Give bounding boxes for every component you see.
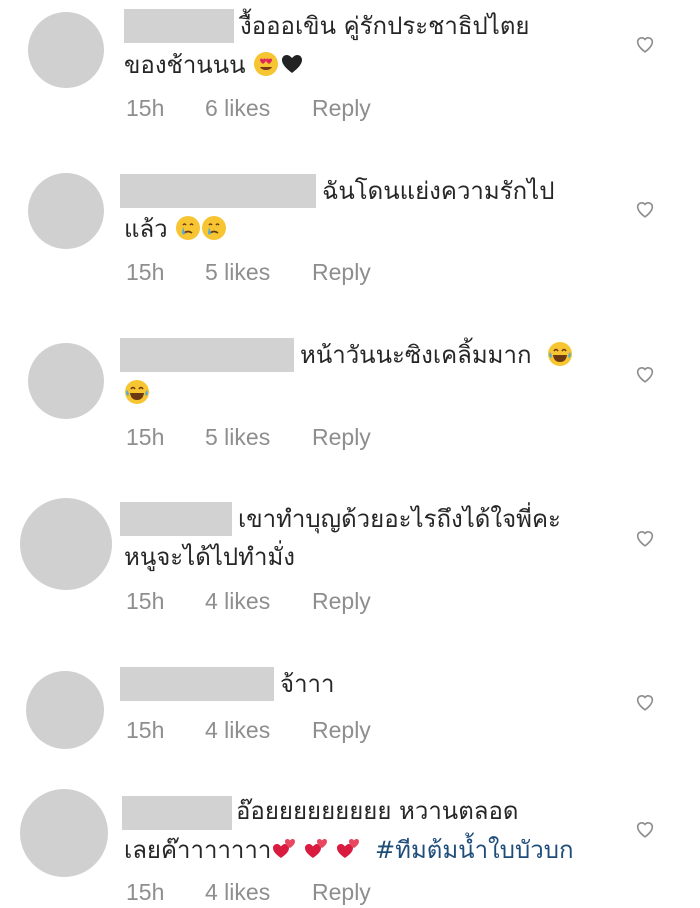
comment-time: 15h [126, 424, 165, 450]
comment-item: เขาทำบุญด้วยอะไรถึงได้ใจพี่คะ หนูจะได้ไป… [0, 490, 700, 640]
tears-of-joy-emoji [124, 379, 150, 405]
comment-meta: 15h 5 likes Reply [126, 424, 371, 451]
avatar[interactable] [28, 343, 104, 419]
comment-text-line1: ฉันโดนแย่งความรักไป [322, 177, 555, 205]
heart-outline-icon[interactable] [634, 198, 656, 220]
comment-meta: 15h 6 likes Reply [126, 95, 371, 122]
avatar[interactable] [26, 671, 104, 749]
username-redacted[interactable] [120, 174, 316, 208]
heart-outline-icon[interactable] [634, 527, 656, 549]
reply-button[interactable]: Reply [312, 879, 371, 906]
two-hearts-emoji [335, 836, 361, 862]
comment-text: จ้าาา [280, 665, 335, 703]
username-redacted[interactable] [120, 667, 274, 701]
reply-button[interactable]: Reply [312, 588, 371, 615]
reply-button[interactable]: Reply [312, 717, 371, 744]
comment-meta: 15h 5 likes Reply [126, 259, 371, 286]
reply-button[interactable]: Reply [312, 424, 371, 451]
comment-time: 15h [126, 588, 165, 614]
avatar[interactable] [20, 789, 108, 877]
username-redacted[interactable] [120, 502, 232, 536]
comment-text: อ๊อยยยยยยยยย หวานตลอด [236, 792, 519, 830]
comment-item: ฉันโดนแย่งความรักไป แล้ว 15h 5 likes Rep… [0, 160, 700, 310]
like-count[interactable]: 4 likes [205, 879, 270, 906]
like-count[interactable]: 4 likes [205, 717, 270, 744]
comment-time: 15h [126, 259, 165, 285]
comment-text-continued: เลยค๊าาาาาาา #ทีมต้มน้ำใบบัวบก [124, 831, 573, 869]
comment-text-continued: แล้ว [124, 210, 227, 248]
reply-button[interactable]: Reply [312, 259, 371, 286]
avatar[interactable] [20, 498, 112, 590]
comment-text-continued: ของช้านนน [124, 46, 305, 84]
avatar[interactable] [28, 12, 104, 88]
comment-time: 15h [126, 717, 165, 743]
black-heart-emoji [279, 51, 305, 77]
heart-outline-icon[interactable] [634, 818, 656, 840]
comment-text-line2: หนูจะได้ไปทำมั่ง [124, 543, 295, 571]
comment-item: งื้อออเขิน คู่รักประชาธิปไตย ของช้านนน 1… [0, 0, 700, 150]
comment-text-continued: หนูจะได้ไปทำมั่ง [124, 538, 295, 576]
heart-outline-icon[interactable] [634, 691, 656, 713]
username-redacted[interactable] [122, 796, 232, 830]
comment-time: 15h [126, 879, 165, 905]
like-count[interactable]: 4 likes [205, 588, 270, 615]
comment-item: จ้าาา 15h 4 likes Reply [0, 655, 700, 775]
heart-outline-icon[interactable] [634, 33, 656, 55]
comment-meta: 15h 4 likes Reply [126, 879, 371, 906]
reply-button[interactable]: Reply [312, 95, 371, 122]
comment-meta: 15h 4 likes Reply [126, 717, 371, 744]
two-hearts-emoji [303, 836, 329, 862]
heart-eyes-emoji [253, 51, 279, 77]
two-hearts-emoji [271, 836, 297, 862]
comment-text-line1: งื้อออเขิน คู่รักประชาธิปไตย [240, 12, 530, 40]
username-redacted[interactable] [120, 338, 294, 372]
tears-of-joy-emoji [547, 341, 573, 367]
hashtag-link[interactable]: #ทีมต้มน้ำใบบัวบก [375, 836, 573, 864]
like-count[interactable]: 5 likes [205, 424, 270, 451]
crying-face-emoji [175, 215, 201, 241]
comment-text: ฉันโดนแย่งความรักไป [322, 172, 554, 210]
crying-face-emoji [201, 215, 227, 241]
comment-text-continued [124, 374, 150, 412]
comment-meta: 15h 4 likes Reply [126, 588, 371, 615]
comment-text-line1: เขาทำบุญด้วยอะไรถึงได้ใจพี่คะ [238, 505, 561, 533]
avatar[interactable] [28, 173, 104, 249]
comment-text: งื้อออเขิน คู่รักประชาธิปไตย [240, 7, 529, 45]
like-count[interactable]: 6 likes [205, 95, 270, 122]
like-count[interactable]: 5 likes [205, 259, 270, 286]
comment-text-line2: แล้ว [124, 215, 168, 243]
heart-outline-icon[interactable] [634, 363, 656, 385]
comment-text-line1: อ๊อยยยยยยยยย หวานตลอด [236, 797, 519, 825]
comment-text-line2: ของช้านนน [124, 51, 246, 79]
comment-item: อ๊อยยยยยยยยย หวานตลอด เลยค๊าาาาาาา #ทีมต… [0, 785, 700, 908]
username-redacted[interactable] [124, 9, 234, 43]
comment-item: หน้าวันนะซิงเคลิ้มมาก 15h 5 likes Reply [0, 325, 700, 475]
comment-text-line1: จ้าาา [280, 670, 335, 698]
comment-text-line2: เลยค๊าาาาาาา [124, 836, 272, 864]
comment-text: เขาทำบุญด้วยอะไรถึงได้ใจพี่คะ [238, 500, 561, 538]
comment-text-line1: หน้าวันนะซิงเคลิ้มมาก [300, 341, 532, 369]
comment-time: 15h [126, 95, 165, 121]
comment-text: หน้าวันนะซิงเคลิ้มมาก [300, 336, 573, 374]
